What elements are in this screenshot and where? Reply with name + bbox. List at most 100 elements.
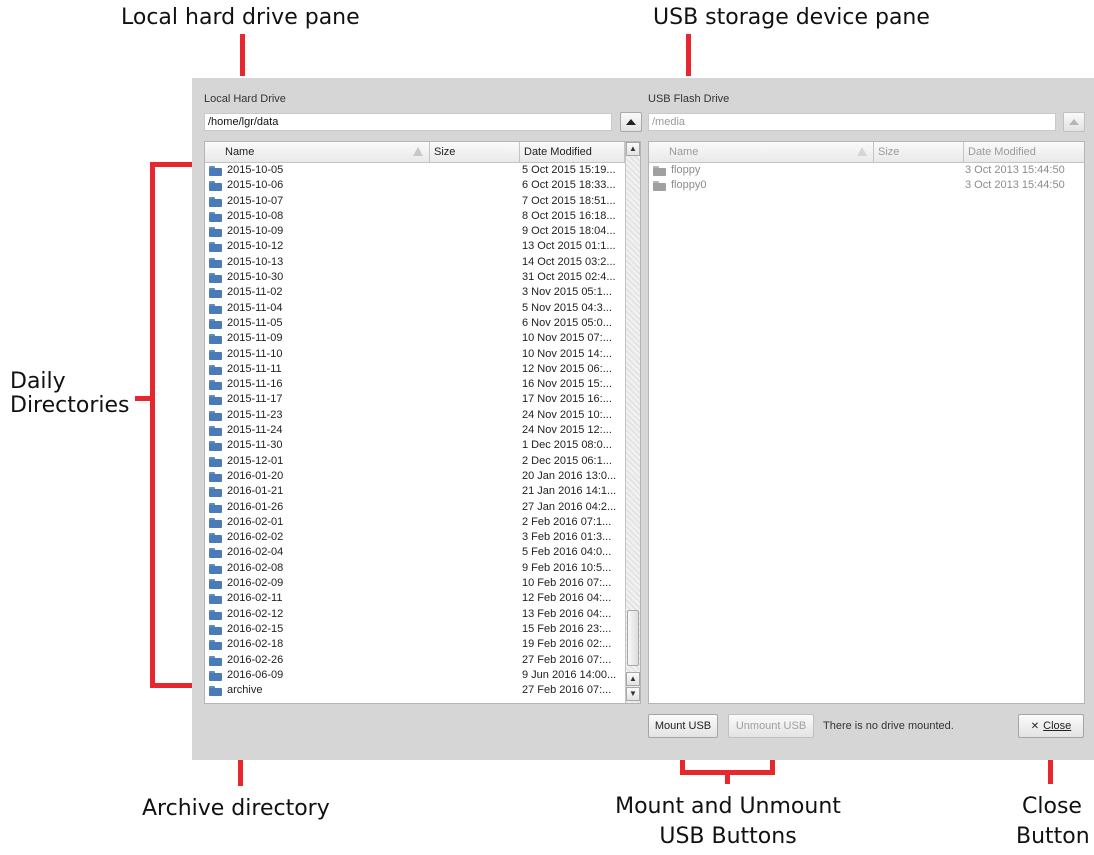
list-item[interactable]: 2016-02-08 9 Feb 2016 10:5... bbox=[205, 561, 640, 576]
item-date-modified: 16 Nov 2015 15:... bbox=[522, 378, 612, 391]
item-name: 2015-10-13 bbox=[227, 255, 284, 268]
folder-icon bbox=[209, 380, 222, 391]
list-item[interactable]: 2015-10-13 14 Oct 2015 03:2... bbox=[205, 255, 640, 270]
list-item[interactable]: 2016-02-11 12 Feb 2016 04:... bbox=[205, 591, 640, 606]
folder-icon bbox=[209, 181, 222, 192]
scroll-down-icon[interactable]: ▼ bbox=[626, 687, 640, 701]
list-item[interactable]: 2015-11-11 12 Nov 2015 06:... bbox=[205, 362, 640, 377]
column-name[interactable]: Name bbox=[649, 142, 874, 162]
column-date[interactable]: Date Modified bbox=[964, 142, 1084, 162]
list-item[interactable]: 2015-11-04 5 Nov 2015 04:3... bbox=[205, 301, 640, 316]
column-size[interactable]: Size bbox=[430, 142, 520, 162]
column-size[interactable]: Size bbox=[874, 142, 964, 162]
list-item[interactable]: 2016-06-09 9 Jun 2016 14:00... bbox=[205, 668, 640, 683]
annotation-close-button: Close Button bbox=[1016, 794, 1090, 850]
list-item[interactable]: 2015-11-02 3 Nov 2015 05:1... bbox=[205, 285, 640, 300]
annotation-bracket bbox=[725, 770, 730, 784]
list-item[interactable]: 2016-01-26 27 Jan 2016 04:2... bbox=[205, 500, 640, 515]
item-name: 2016-02-04 bbox=[227, 546, 284, 559]
folder-icon bbox=[209, 395, 222, 406]
item-name: 2016-02-26 bbox=[227, 653, 284, 666]
annotation-line: Button bbox=[1016, 824, 1090, 850]
local-path-field[interactable]: /home/lgr/data bbox=[204, 113, 612, 131]
folder-icon bbox=[209, 364, 222, 375]
list-item[interactable]: 2015-10-06 6 Oct 2015 18:33... bbox=[205, 178, 640, 193]
local-up-button[interactable] bbox=[620, 112, 642, 132]
list-item[interactable]: 2015-11-30 1 Dec 2015 08:0... bbox=[205, 438, 640, 453]
item-name: archive bbox=[227, 684, 263, 697]
list-item[interactable]: 2016-02-12 13 Feb 2016 04:... bbox=[205, 607, 640, 622]
list-item[interactable]: 2016-02-02 3 Feb 2016 01:3... bbox=[205, 530, 640, 545]
annotation-daily-directories: Daily Directories bbox=[10, 369, 130, 418]
list-item[interactable]: 2015-11-23 24 Nov 2015 10:... bbox=[205, 408, 640, 423]
folder-icon bbox=[209, 441, 222, 452]
list-item[interactable]: archive 27 Feb 2016 07:... bbox=[205, 683, 640, 698]
annotation-bracket bbox=[135, 396, 153, 401]
list-item[interactable]: 2015-10-30 31 Oct 2015 02:4... bbox=[205, 270, 640, 285]
item-name: 2015-10-07 bbox=[227, 194, 284, 207]
list-item[interactable]: 2015-10-09 9 Oct 2015 18:04... bbox=[205, 224, 640, 239]
item-date-modified: 27 Jan 2016 04:2... bbox=[522, 500, 617, 513]
item-name: 2015-10-12 bbox=[227, 240, 284, 253]
usb-file-list[interactable]: Name Size Date Modified floppy 3 Oct 2013… bbox=[648, 141, 1085, 704]
folder-icon bbox=[209, 211, 222, 222]
item-name: 2015-11-10 bbox=[227, 347, 283, 360]
list-item[interactable]: 2015-10-05 5 Oct 2015 15:19... bbox=[205, 163, 640, 178]
scrollbar-thumb[interactable] bbox=[627, 610, 639, 666]
annotation-bracket bbox=[150, 162, 155, 688]
sort-ascending-icon bbox=[413, 147, 423, 156]
list-item[interactable]: 2016-02-09 10 Feb 2016 07:... bbox=[205, 576, 640, 591]
list-item[interactable]: 2016-01-21 21 Jan 2016 14:1... bbox=[205, 484, 640, 499]
list-item[interactable]: 2015-10-07 7 Oct 2015 18:51... bbox=[205, 194, 640, 209]
list-item[interactable]: 2015-10-12 13 Oct 2015 01:1... bbox=[205, 239, 640, 254]
local-list-header: Name Size Date Modified bbox=[205, 142, 640, 163]
list-item[interactable]: 2015-11-10 10 Nov 2015 14:... bbox=[205, 347, 640, 362]
folder-icon bbox=[209, 548, 222, 559]
list-item[interactable]: 2015-11-16 16 Nov 2015 15:... bbox=[205, 377, 640, 392]
list-item[interactable]: 2015-11-24 24 Nov 2015 12:... bbox=[205, 423, 640, 438]
list-item[interactable]: 2016-02-18 19 Feb 2016 02:... bbox=[205, 637, 640, 652]
folder-icon bbox=[209, 502, 222, 513]
item-date-modified: 10 Feb 2016 07:... bbox=[522, 577, 612, 590]
folder-icon bbox=[209, 579, 222, 590]
list-item[interactable]: 2016-02-15 15 Feb 2016 23:... bbox=[205, 622, 640, 637]
column-date[interactable]: Date Modified bbox=[520, 142, 625, 162]
item-name: 2015-11-24 bbox=[227, 424, 283, 437]
scroll-up-icon[interactable]: ▲ bbox=[626, 672, 640, 686]
item-date-modified: 3 Nov 2015 05:1... bbox=[522, 286, 612, 299]
usb-path-field[interactable]: /media bbox=[648, 113, 1056, 131]
list-item[interactable]: 2015-12-01 2 Dec 2015 06:1... bbox=[205, 454, 640, 469]
usb-up-button[interactable] bbox=[1063, 112, 1085, 132]
folder-icon bbox=[209, 487, 222, 498]
folder-icon bbox=[209, 624, 222, 635]
item-name: 2015-11-05 bbox=[227, 316, 283, 329]
item-name: 2016-01-20 bbox=[227, 469, 284, 482]
usb-pane-label: USB Flash Drive bbox=[648, 93, 730, 105]
item-name: 2016-01-26 bbox=[227, 500, 284, 513]
list-item[interactable]: 2015-11-05 6 Nov 2015 05:0... bbox=[205, 316, 640, 331]
item-name: 2015-10-30 bbox=[227, 271, 284, 284]
list-item[interactable]: floppy 3 Oct 2013 15:44:50 bbox=[649, 163, 1084, 178]
column-name-label: Name bbox=[225, 146, 255, 158]
list-item[interactable]: 2016-01-20 20 Jan 2016 13:0... bbox=[205, 469, 640, 484]
close-button[interactable]: ✕ Close bbox=[1018, 714, 1084, 738]
list-item[interactable]: 2015-11-09 10 Nov 2015 07:... bbox=[205, 331, 640, 346]
list-item[interactable]: floppy0 3 Oct 2013 15:44:50 bbox=[649, 178, 1084, 193]
scroll-up-icon[interactable]: ▲ bbox=[626, 142, 640, 156]
column-name-label: Name bbox=[669, 146, 699, 158]
local-scrollbar[interactable]: ▲ ▲ ▼ bbox=[625, 142, 640, 703]
item-name: 2015-10-06 bbox=[227, 179, 284, 192]
folder-icon bbox=[209, 318, 222, 329]
column-name[interactable]: Name bbox=[205, 142, 430, 162]
item-date-modified: 13 Oct 2015 01:1... bbox=[522, 240, 616, 253]
item-name: 2015-12-01 bbox=[227, 454, 284, 467]
local-file-list[interactable]: Name Size Date Modified 2015-10-05 5 Oct … bbox=[204, 141, 641, 704]
item-date-modified: 27 Feb 2016 07:... bbox=[522, 653, 612, 666]
list-item[interactable]: 2016-02-26 27 Feb 2016 07:... bbox=[205, 653, 640, 668]
mount-usb-button[interactable]: Mount USB bbox=[648, 714, 718, 738]
list-item[interactable]: 2016-02-04 5 Feb 2016 04:0... bbox=[205, 545, 640, 560]
list-item[interactable]: 2015-11-17 17 Nov 2015 16:... bbox=[205, 392, 640, 407]
list-item[interactable]: 2016-02-01 2 Feb 2016 07:1... bbox=[205, 515, 640, 530]
list-item[interactable]: 2015-10-08 8 Oct 2015 16:18... bbox=[205, 209, 640, 224]
unmount-usb-button[interactable]: Unmount USB bbox=[728, 714, 814, 738]
